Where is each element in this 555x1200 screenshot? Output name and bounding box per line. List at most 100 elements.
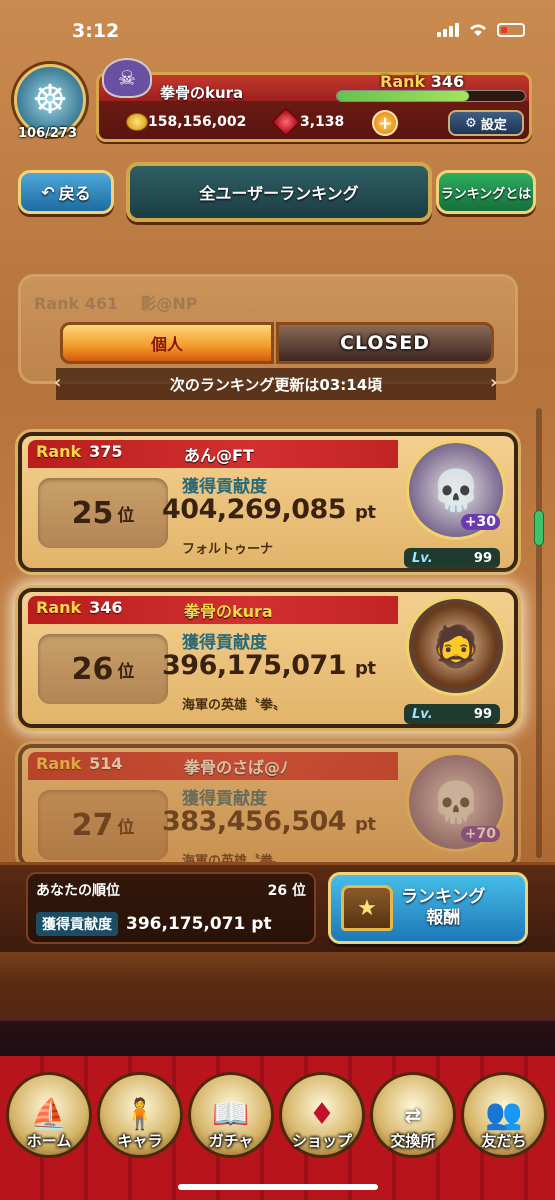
level-value: 99 — [473, 550, 492, 566]
card-rank: Rank 375 — [36, 442, 123, 461]
reward-line-2: 報酬 — [426, 908, 461, 928]
card-rank: Rank 346 — [36, 598, 123, 617]
player-rank: Rank 346 — [380, 72, 464, 91]
place-unit: 位 — [117, 661, 135, 682]
points-value: 396,175,071 — [162, 650, 347, 681]
card-rank-value: 514 — [89, 754, 123, 773]
settings-button[interactable]: ⚙ 設定 — [448, 110, 524, 136]
player-name: 拳骨のkura — [160, 84, 244, 102]
card-rank: Rank 514 — [36, 754, 123, 773]
jolly-roger-icon: ☠ — [102, 58, 152, 98]
character-avatar-icon[interactable]: 🧔 — [406, 596, 506, 696]
trade-icon: ⇄ — [404, 1103, 422, 1127]
back-arrow-icon: ↶ — [41, 182, 55, 202]
ship-icon: ⛵ — [30, 1097, 68, 1132]
place-box: 25 位 — [38, 478, 168, 548]
points-unit: pt — [355, 814, 376, 835]
nav-character[interactable]: 🧍 キャラ — [97, 1072, 183, 1158]
place-number: 27 — [71, 807, 114, 843]
progress-count: 106/273 — [18, 126, 78, 141]
nav-trade-label: 交換所 — [390, 1132, 436, 1150]
nav-character-label: キャラ — [117, 1132, 163, 1150]
level-label: Lv. — [412, 706, 433, 722]
battery-icon — [497, 22, 525, 37]
place-box: 27 位 — [38, 790, 168, 860]
contribution-value: 383,456,504 pt — [162, 806, 376, 837]
chevron-right-icon[interactable]: › — [490, 372, 497, 393]
nav-trade[interactable]: ⇄ 交換所 — [370, 1072, 456, 1158]
card-rank-value: 346 — [89, 598, 123, 617]
page-title: 全ユーザーランキング — [126, 162, 432, 222]
gem-icon: ♦ — [308, 1097, 336, 1132]
level-value: 99 — [473, 706, 492, 722]
points-value: 383,456,504 — [162, 806, 347, 837]
player-rank-value: 346 — [430, 72, 465, 91]
nav-home[interactable]: ⛵ ホーム — [6, 1072, 92, 1158]
nav-friends-label: 友だち — [481, 1132, 527, 1150]
card-rank-value: 375 — [89, 442, 123, 461]
home-indicator[interactable] — [178, 1184, 378, 1190]
back-button[interactable]: ↶ 戻る — [18, 170, 114, 214]
ranking-reward-button[interactable]: ★ ランキング 報酬 — [328, 872, 528, 944]
character-name: 海軍の英雄〝拳〟 — [182, 698, 287, 713]
status-time: 3:12 — [72, 20, 120, 42]
card-rank-label: Rank — [36, 598, 82, 617]
coin-icon — [126, 113, 148, 131]
nav-friends[interactable]: 👥 友だち — [461, 1072, 547, 1158]
plus-level: +30 — [460, 514, 500, 530]
reward-label: ランキング 報酬 — [401, 887, 486, 930]
ranking-card[interactable]: Rank 375 あん@FT 25 位 獲得貢献度 404,269,085 pt フ… — [18, 432, 518, 572]
your-contribution-row: 獲得貢献度 396,175,071 pt — [36, 912, 272, 936]
level-label: Lv. — [412, 550, 433, 566]
add-gems-button[interactable]: + — [372, 110, 398, 136]
your-rank-label: あなたの順位 — [36, 883, 120, 899]
character-name: フォルトゥーナ — [182, 542, 274, 557]
place-number: 26 — [71, 651, 114, 687]
scrollbar-thumb[interactable] — [534, 510, 544, 546]
gear-icon: ⚙ — [465, 115, 477, 131]
tab-individual[interactable]: 個人 — [60, 322, 274, 364]
character-icon: 🧍 — [121, 1097, 159, 1132]
nav-divider — [0, 1020, 555, 1056]
chevron-left-icon[interactable]: ‹ — [54, 372, 61, 393]
wifi-icon — [470, 24, 486, 36]
ghost-card-label: Rank 461 影@NP — [34, 290, 198, 314]
your-rank-row: あなたの順位 26 位 — [36, 880, 306, 900]
card-rank-label: Rank — [36, 754, 82, 773]
ghost-name: 影@NP — [140, 294, 198, 313]
coin-count: 158,156,002 — [148, 114, 247, 130]
friends-icon: 👥 — [485, 1097, 523, 1132]
update-notice: 次のランキング更新は03:14頃 — [56, 368, 496, 400]
nav-shop-label: ショップ — [291, 1132, 352, 1150]
contribution-value: 404,269,085 pt — [162, 494, 376, 525]
tab-closed[interactable]: CLOSED — [276, 322, 494, 364]
points-unit: pt — [355, 658, 376, 679]
card-player-name: 拳骨のさば@ﾉ — [184, 758, 289, 777]
your-contribution-value: 396,175,071 pt — [126, 914, 272, 934]
place-box: 26 位 — [38, 634, 168, 704]
nav-gacha-label: ガチャ — [208, 1132, 254, 1150]
nav-gacha[interactable]: 📖 ガチャ — [188, 1072, 274, 1158]
nav-home-label: ホーム — [26, 1132, 72, 1150]
scrollbar-track[interactable] — [536, 408, 542, 858]
place-number: 25 — [71, 495, 114, 531]
gem-count: 3,138 — [300, 114, 345, 130]
player-rank-label: Rank — [380, 72, 426, 91]
about-ranking-button[interactable]: ランキングとは — [436, 170, 536, 214]
level-badge: Lv. 99 — [404, 548, 500, 568]
back-label: 戻る — [58, 184, 91, 203]
status-icons — [437, 22, 525, 37]
reward-line-1: ランキング — [401, 886, 486, 907]
level-badge: Lv. 99 — [404, 704, 500, 724]
ranking-card[interactable]: Rank 514 拳骨のさば@ﾉ 27 位 獲得貢献度 383,456,504 pt… — [18, 744, 518, 868]
signal-icon — [437, 22, 459, 37]
your-rank-value: 26 位 — [267, 883, 306, 899]
place-unit: 位 — [117, 505, 135, 526]
contribution-value: 396,175,071 pt — [162, 650, 376, 681]
card-player-name: あん@FT — [184, 446, 254, 465]
place-unit: 位 — [117, 817, 135, 838]
xp-bar — [336, 90, 526, 102]
points-unit: pt — [355, 502, 376, 523]
nav-shop[interactable]: ♦ ショップ — [279, 1072, 365, 1158]
ranking-card-self[interactable]: Rank 346 拳骨のkura 26 位 獲得貢献度 396,175,071 pt… — [18, 588, 518, 728]
